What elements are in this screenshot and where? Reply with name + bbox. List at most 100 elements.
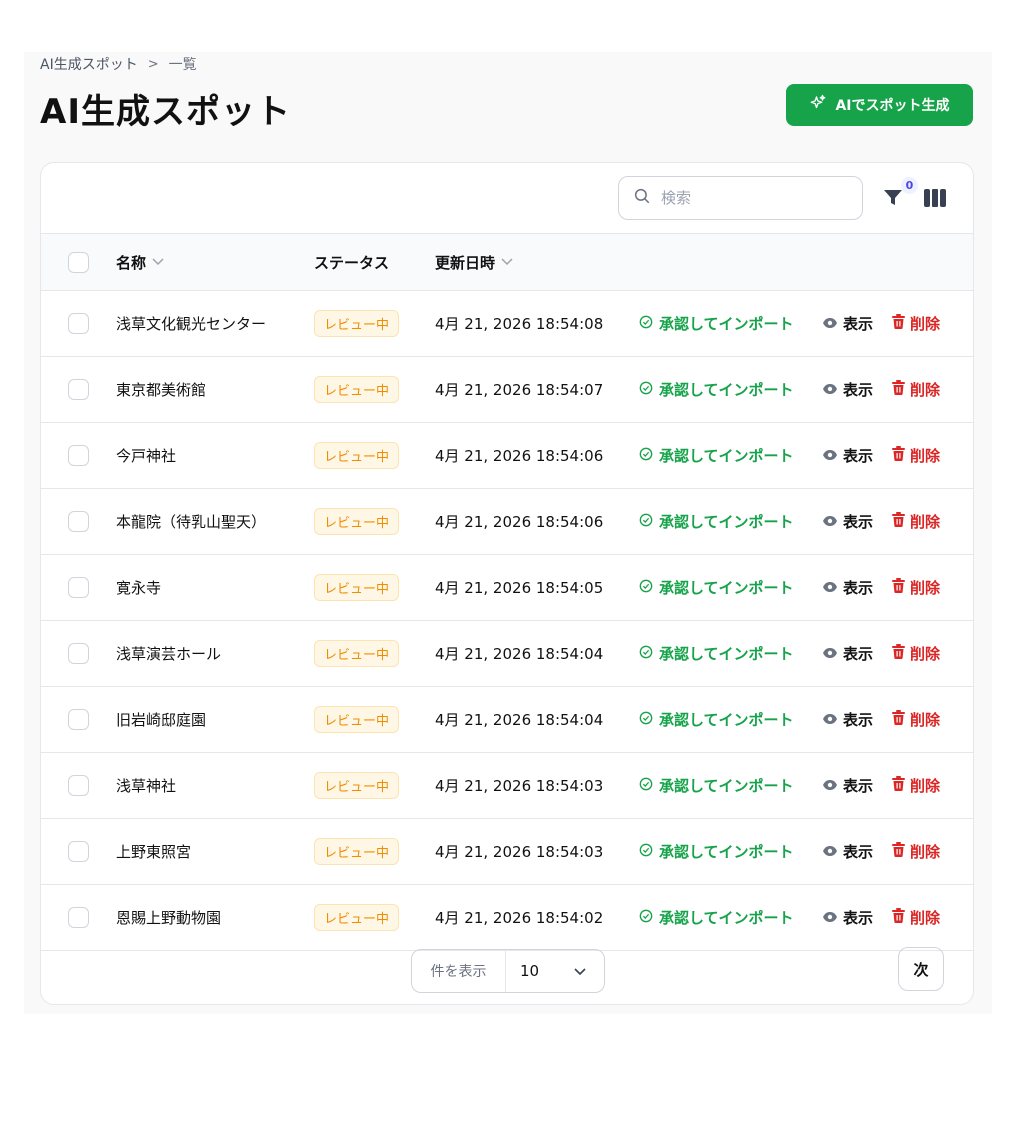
spot-name[interactable]: 今戸神社 (116, 445, 176, 466)
approve-import-label: 承認してインポート (659, 645, 794, 663)
spot-name[interactable]: 浅草文化観光センター (116, 313, 266, 334)
view-button[interactable]: 表示 (822, 775, 873, 796)
trash-icon (892, 446, 905, 465)
delete-label: 削除 (910, 777, 941, 795)
breadcrumb: AI生成スポット > 一覧 (40, 54, 197, 74)
check-circle-icon (639, 777, 653, 795)
delete-button[interactable]: 削除 (892, 709, 940, 730)
approve-import-button[interactable]: 承認してインポート (639, 445, 794, 466)
view-label: 表示 (843, 315, 874, 333)
spot-name[interactable]: 東京都美術館 (116, 379, 206, 400)
delete-button[interactable]: 削除 (892, 313, 940, 334)
per-page-value: 10 (520, 962, 540, 980)
delete-button[interactable]: 削除 (892, 379, 940, 400)
chevron-down-icon (501, 255, 513, 269)
check-circle-icon (639, 843, 653, 861)
delete-label: 削除 (910, 579, 941, 597)
delete-button[interactable]: 削除 (892, 775, 940, 796)
approve-import-button[interactable]: 承認してインポート (639, 577, 794, 598)
table-row: 上野東照宮 レビュー中 4月 21, 2026 18:54:03 承認してインポ… (41, 819, 973, 885)
updated-at: 4月 21, 2026 18:54:03 (435, 777, 604, 795)
search-input[interactable] (661, 189, 841, 207)
row-checkbox[interactable] (68, 379, 89, 400)
view-button[interactable]: 表示 (822, 445, 873, 466)
status-badge: レビュー中 (314, 442, 400, 469)
approve-import-button[interactable]: 承認してインポート (639, 709, 794, 730)
table-row: 旧岩崎邸庭園 レビュー中 4月 21, 2026 18:54:04 承認してイン… (41, 687, 973, 753)
delete-button[interactable]: 削除 (892, 511, 940, 532)
spot-name[interactable]: 恩賜上野動物園 (116, 907, 221, 928)
spot-name[interactable]: 浅草神社 (116, 775, 176, 796)
column-header-updated-label: 更新日時 (435, 253, 496, 272)
row-checkbox[interactable] (68, 643, 89, 664)
row-checkbox[interactable] (68, 907, 89, 928)
column-header-updated[interactable]: 更新日時 (435, 252, 513, 273)
ai-generate-spot-button[interactable]: AIでスポット生成 (786, 84, 973, 126)
view-button[interactable]: 表示 (822, 379, 873, 400)
delete-button[interactable]: 削除 (892, 643, 940, 664)
approve-import-button[interactable]: 承認してインポート (639, 841, 794, 862)
view-button[interactable]: 表示 (822, 841, 873, 862)
view-button[interactable]: 表示 (822, 577, 873, 598)
delete-button[interactable]: 削除 (892, 907, 940, 928)
approve-import-label: 承認してインポート (659, 513, 794, 531)
trash-icon (892, 842, 905, 861)
eye-icon (822, 513, 838, 531)
view-button[interactable]: 表示 (822, 907, 873, 928)
next-page-button[interactable]: 次 (898, 947, 944, 991)
spot-name[interactable]: 浅草演芸ホール (116, 643, 221, 664)
trash-icon (892, 908, 905, 927)
per-page-select[interactable]: 10 (506, 962, 604, 980)
approve-import-button[interactable]: 承認してインポート (639, 511, 794, 532)
view-label: 表示 (843, 843, 874, 861)
delete-button[interactable]: 削除 (892, 577, 940, 598)
approve-import-button[interactable]: 承認してインポート (639, 643, 794, 664)
search-box[interactable] (618, 176, 863, 220)
column-header-name[interactable]: 名称 (116, 252, 164, 273)
table-toolbar: 0 (41, 163, 973, 234)
row-checkbox[interactable] (68, 775, 89, 796)
approve-import-label: 承認してインポート (659, 315, 794, 333)
eye-icon (822, 645, 838, 663)
spot-name[interactable]: 旧岩崎邸庭園 (116, 709, 206, 730)
table-row: 寛永寺 レビュー中 4月 21, 2026 18:54:05 承認してインポート… (41, 555, 973, 621)
table-row: 浅草演芸ホール レビュー中 4月 21, 2026 18:54:04 承認してイ… (41, 621, 973, 687)
eye-icon (822, 711, 838, 729)
spots-table-card: 0 名称 ステータス 更新日時 (40, 162, 974, 1005)
status-badge: レビュー中 (314, 904, 400, 931)
row-checkbox[interactable] (68, 841, 89, 862)
view-button[interactable]: 表示 (822, 643, 873, 664)
view-button[interactable]: 表示 (822, 709, 873, 730)
spot-name[interactable]: 上野東照宮 (116, 841, 191, 862)
approve-import-button[interactable]: 承認してインポート (639, 775, 794, 796)
columns-toggle-button[interactable] (924, 189, 946, 207)
check-circle-icon (639, 579, 653, 597)
view-button[interactable]: 表示 (822, 313, 873, 334)
approve-import-button[interactable]: 承認してインポート (639, 379, 794, 400)
delete-button[interactable]: 削除 (892, 445, 940, 466)
row-checkbox[interactable] (68, 577, 89, 598)
approve-import-button[interactable]: 承認してインポート (639, 907, 794, 928)
updated-at: 4月 21, 2026 18:54:07 (435, 381, 604, 399)
row-checkbox[interactable] (68, 445, 89, 466)
delete-label: 削除 (910, 645, 941, 663)
row-checkbox[interactable] (68, 313, 89, 334)
delete-button[interactable]: 削除 (892, 841, 940, 862)
chevron-down-icon (152, 255, 164, 269)
view-button[interactable]: 表示 (822, 511, 873, 532)
trash-icon (892, 578, 905, 597)
delete-label: 削除 (910, 909, 941, 927)
row-checkbox[interactable] (68, 709, 89, 730)
spot-name[interactable]: 寛永寺 (116, 577, 161, 598)
check-circle-icon (639, 447, 653, 465)
approve-import-label: 承認してインポート (659, 579, 794, 597)
spot-name[interactable]: 本龍院（待乳山聖天） (116, 511, 266, 532)
select-all-checkbox[interactable] (68, 252, 89, 273)
status-badge: レビュー中 (314, 706, 400, 733)
table-row: 浅草文化観光センター レビュー中 4月 21, 2026 18:54:08 承認… (41, 291, 973, 357)
sparkles-icon (809, 94, 827, 116)
approve-import-button[interactable]: 承認してインポート (639, 313, 794, 334)
row-checkbox[interactable] (68, 511, 89, 532)
per-page-selector[interactable]: 件を表示 10 (411, 949, 605, 993)
breadcrumb-parent-link[interactable]: AI生成スポット (40, 54, 138, 74)
